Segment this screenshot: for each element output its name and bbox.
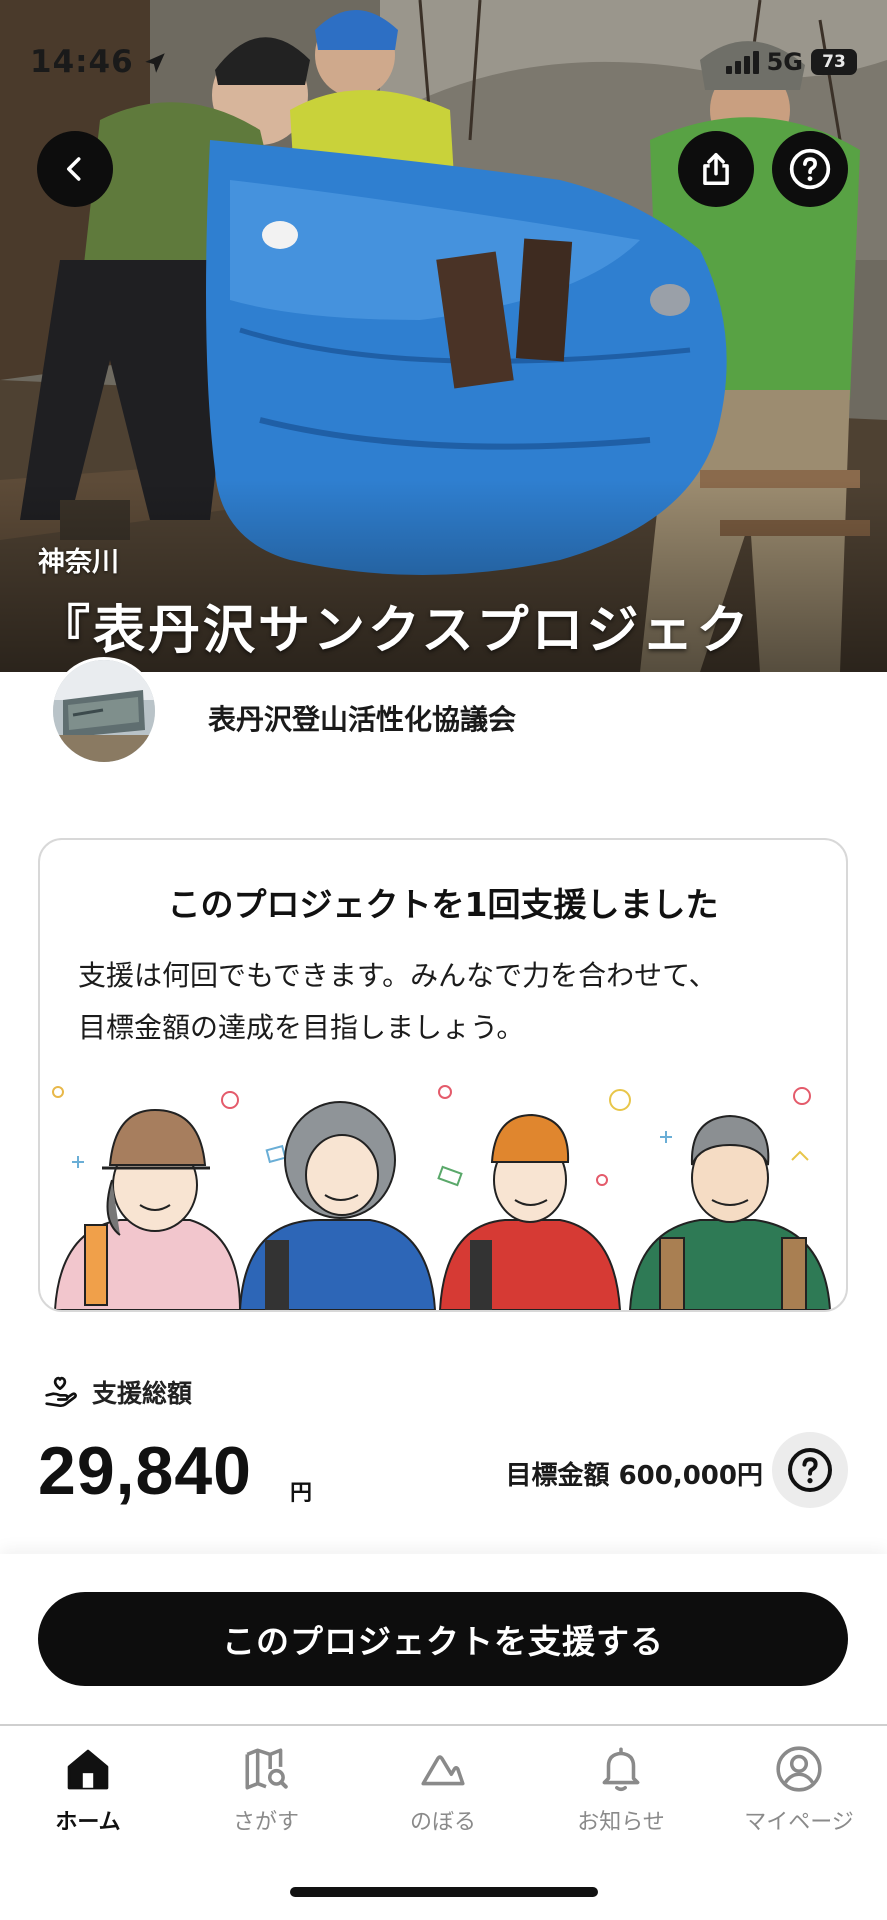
help-button[interactable] [772, 131, 848, 207]
support-card-heading: このプロジェクトを1回支援しました [167, 885, 719, 924]
tab-mypage-label: マイページ [744, 1810, 854, 1835]
organizer-avatar[interactable] [50, 657, 158, 765]
hiker-1 [53, 1108, 242, 1310]
support-card-message-line1: 支援は何回でもできます。みんなで力を合わせて、 [78, 959, 717, 992]
home-icon [67, 1749, 109, 1790]
tab-home[interactable]: ホーム [18, 1744, 158, 1854]
share-icon [703, 153, 729, 185]
status-bar: 14:46 5G 73 [30, 44, 857, 84]
goal-help-button[interactable] [772, 1432, 848, 1508]
tab-notifications-label: お知らせ [577, 1810, 665, 1835]
back-button[interactable] [37, 131, 113, 207]
cta-area: このプロジェクトを支援する [0, 1554, 887, 1724]
home-indicator [290, 1887, 598, 1897]
status-time: 14:46 [30, 44, 134, 80]
support-card-message: 支援は何回でもできます。みんなで力を合わせて、 目標金額の達成を目指しましょう。 [78, 950, 816, 1054]
goal-amount: 目標金額 600,000円 [505, 1461, 763, 1491]
user-icon [776, 1746, 822, 1792]
share-button[interactable] [678, 131, 754, 207]
tab-search[interactable]: さがす [196, 1744, 336, 1854]
map-search-icon [245, 1748, 288, 1790]
hand-support-icon [45, 1376, 77, 1408]
hiker-4 [628, 1114, 832, 1310]
hero-image: 14:46 5G 73 神奈川 『表丹沢サンクスプロジェク [0, 0, 887, 672]
bell-icon [602, 1747, 640, 1792]
project-title: 『表丹沢サンクスプロジェク [38, 601, 752, 661]
battery-level: 73 [811, 49, 857, 75]
total-support-label: 支援総額 [40, 1372, 192, 1412]
tab-home-label: ホーム [55, 1810, 121, 1835]
network-type: 5G [766, 48, 803, 76]
total-support-amount: 29,840 [38, 1433, 252, 1509]
chevron-left-icon [67, 157, 81, 181]
total-support-label-text: 支援総額 [92, 1379, 193, 1408]
support-project-button[interactable]: このプロジェクトを支援する [38, 1592, 848, 1686]
support-card: このプロジェクトを1回支援しました 支援は何回でもできます。みんなで力を合わせて… [38, 838, 848, 1312]
tab-climb-label: のぼる [409, 1810, 476, 1835]
organizer-row[interactable]: 表丹沢登山活性化協議会 [0, 657, 887, 765]
amount-unit: 円 [290, 1481, 313, 1506]
question-circle-icon [789, 148, 831, 190]
region-label: 神奈川 [38, 547, 119, 578]
hikers-illustration [52, 1085, 832, 1310]
support-card-message-line2: 目標金額の達成を目指しましょう。 [78, 1011, 525, 1044]
hiker-3 [438, 1113, 622, 1310]
mountain-icon [421, 1755, 465, 1786]
location-arrow-icon [145, 53, 165, 73]
organizer-name[interactable]: 表丹沢登山活性化協議会 [208, 698, 516, 738]
tab-notifications[interactable]: お知らせ [551, 1744, 691, 1854]
tab-search-label: さがす [232, 1810, 299, 1835]
tab-climb[interactable]: のぼる [373, 1744, 513, 1854]
organizer-photo [53, 660, 155, 762]
question-circle-icon [788, 1448, 832, 1492]
hiker-2 [238, 1101, 437, 1310]
signal-icon [725, 51, 759, 74]
tab-mypage[interactable]: マイページ [729, 1744, 869, 1854]
